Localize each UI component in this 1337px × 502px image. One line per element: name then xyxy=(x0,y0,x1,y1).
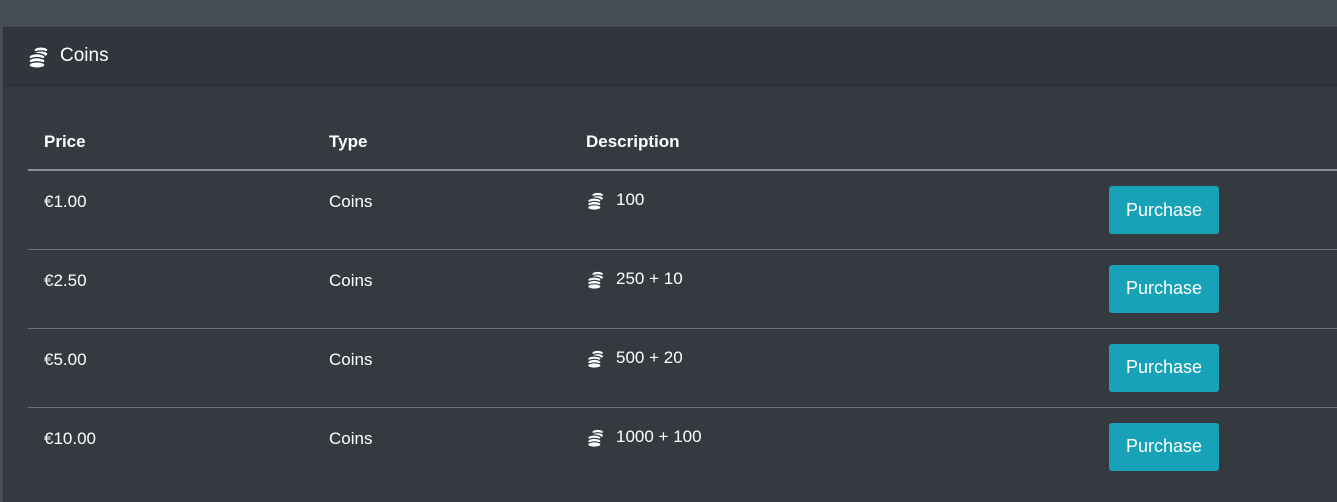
description-value: 1000 + 100 xyxy=(616,426,702,446)
price-value: €2.50 xyxy=(44,270,87,290)
table-row: €5.00 Coins 500 + 20 Purchase xyxy=(28,328,1337,408)
purchase-button[interactable]: Purchase xyxy=(1109,422,1219,471)
column-header-type: Type xyxy=(313,114,570,171)
action-cell: Purchase xyxy=(1065,249,1337,329)
table-row: €10.00 Coins 1000 + 100 Purchase xyxy=(28,407,1337,486)
coins-table: Price Type Description €1.00 Coins 100 P… xyxy=(28,114,1337,486)
column-header-description: Description xyxy=(570,114,1065,171)
coins-icon xyxy=(28,46,49,68)
price-cell: €5.00 xyxy=(28,328,313,408)
coins-icon xyxy=(587,191,605,210)
card-header: Coins xyxy=(4,28,1337,86)
description-value: 500 + 20 xyxy=(616,347,683,367)
coins-icon xyxy=(587,428,605,447)
price-value: €5.00 xyxy=(44,349,87,369)
table-row: €2.50 Coins 250 + 10 Purchase xyxy=(28,249,1337,329)
type-value: Coins xyxy=(329,270,373,290)
coins-card: Coins Price Type Description €1.00 Coins… xyxy=(3,27,1337,502)
description-cell: 250 + 10 xyxy=(570,249,1065,329)
purchase-button[interactable]: Purchase xyxy=(1109,343,1219,392)
type-cell: Coins xyxy=(313,407,570,486)
type-value: Coins xyxy=(329,428,373,448)
card-title: Coins xyxy=(60,45,109,66)
type-value: Coins xyxy=(329,192,373,211)
column-header-price: Price xyxy=(28,114,313,171)
price-value: €1.00 xyxy=(44,192,87,211)
description-value: 100 xyxy=(616,190,645,209)
description-value: 250 + 10 xyxy=(616,268,683,288)
action-cell: Purchase xyxy=(1065,170,1337,250)
description-cell: 1000 + 100 xyxy=(570,407,1065,486)
column-header-action xyxy=(1065,114,1337,171)
purchase-button[interactable]: Purchase xyxy=(1109,186,1219,234)
action-cell: Purchase xyxy=(1065,407,1337,486)
price-cell: €2.50 xyxy=(28,249,313,329)
action-cell: Purchase xyxy=(1065,328,1337,408)
type-cell: Coins xyxy=(313,328,570,408)
table-row: €1.00 Coins 100 Purchase xyxy=(28,170,1337,250)
description-cell: 500 + 20 xyxy=(570,328,1065,408)
type-cell: Coins xyxy=(313,249,570,329)
type-value: Coins xyxy=(329,349,373,369)
price-cell: €10.00 xyxy=(28,407,313,486)
purchase-button[interactable]: Purchase xyxy=(1109,264,1219,313)
coins-icon xyxy=(587,349,605,368)
price-cell: €1.00 xyxy=(28,170,313,250)
table-header-row: Price Type Description xyxy=(28,114,1337,171)
type-cell: Coins xyxy=(313,170,570,250)
description-cell: 100 xyxy=(570,170,1065,250)
coins-icon xyxy=(587,270,605,289)
price-value: €10.00 xyxy=(44,428,96,448)
